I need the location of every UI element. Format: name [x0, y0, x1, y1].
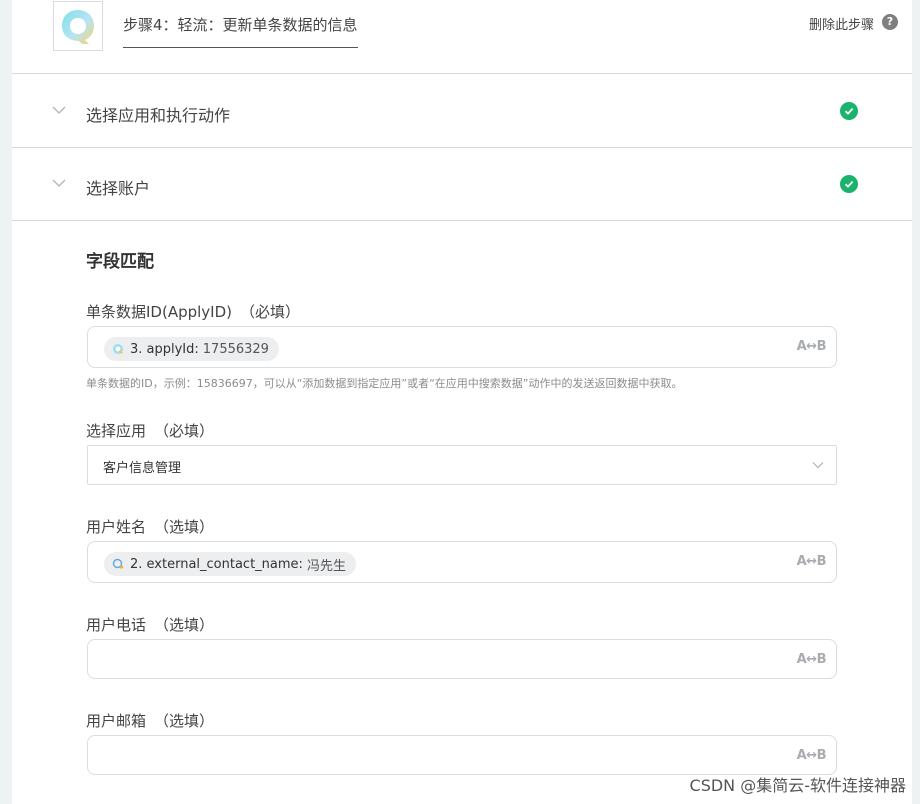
apply-id-input[interactable]: 3. applyId: 17556329 A↔B — [87, 326, 837, 368]
chevron-down-icon — [812, 462, 824, 469]
user-email-input[interactable]: A↔B — [87, 735, 837, 775]
text-mode-toggle-icon[interactable]: A↔B — [797, 339, 827, 354]
section-label: 选择应用和执行动作 — [86, 106, 231, 125]
field-label-choose-app: 选择应用 （必填） — [86, 422, 215, 440]
user-name-input[interactable]: 2. external_contact_name: 冯先生 A↔B — [87, 541, 837, 583]
token-value: 冯先生 — [306, 558, 346, 574]
chevron-down-icon — [52, 179, 66, 187]
qingflow-app-logo — [53, 1, 103, 51]
step-title[interactable]: 步骤4：轻流：更新单条数据的信息 — [123, 14, 358, 48]
check-circle-icon — [840, 102, 858, 120]
token-value: 17556329 — [202, 341, 269, 357]
text-mode-toggle-icon[interactable]: A↔B — [797, 748, 827, 763]
wecom-logo-icon — [112, 558, 124, 569]
check-circle-icon — [840, 175, 858, 193]
text-mode-toggle-icon[interactable]: A↔B — [797, 652, 827, 667]
field-hint: 单条数据的ID，示例：15836697，可以从“添加数据到指定应用”或者“在应用… — [86, 377, 683, 390]
variable-token[interactable]: 2. external_contact_name: 冯先生 — [104, 552, 356, 576]
token-name: 3. applyId: — [130, 341, 199, 357]
qingflow-logo-icon — [62, 10, 94, 44]
text-mode-toggle-icon[interactable]: A↔B — [797, 554, 827, 569]
selected-app: 客户信息管理 — [103, 461, 182, 476]
choose-app-select[interactable]: 客户信息管理 — [87, 445, 837, 485]
step-panel: 步骤4：轻流：更新单条数据的信息 删除此步骤 ? 选择应用和执行动作 选择账户 … — [12, 0, 912, 804]
token-name: 2. external_contact_name: — [130, 556, 303, 572]
section-label: 选择账户 — [86, 179, 151, 198]
qingflow-logo-icon — [113, 344, 123, 355]
variable-token[interactable]: 3. applyId: 17556329 — [104, 337, 279, 361]
field-label-user-email: 用户邮箱 （选填） — [86, 712, 215, 730]
step-header: 步骤4：轻流：更新单条数据的信息 删除此步骤 ? — [12, 0, 912, 74]
section-choose-app-action[interactable]: 选择应用和执行动作 — [12, 75, 912, 148]
csdn-watermark: CSDN @集简云-软件连接神器 — [689, 776, 906, 795]
help-icon[interactable]: ? — [882, 14, 898, 30]
delete-step-button[interactable]: 删除此步骤 — [809, 14, 874, 33]
section-choose-account[interactable]: 选择账户 — [12, 148, 912, 221]
field-mapping-title: 字段匹配 — [86, 252, 154, 272]
field-label-user-phone: 用户电话 （选填） — [86, 616, 215, 634]
chevron-down-icon — [52, 106, 66, 114]
user-phone-input[interactable]: A↔B — [87, 639, 837, 679]
field-label-apply-id: 单条数据ID(ApplyID) （必填） — [86, 303, 301, 321]
field-label-user-name: 用户姓名 （选填） — [86, 518, 215, 536]
